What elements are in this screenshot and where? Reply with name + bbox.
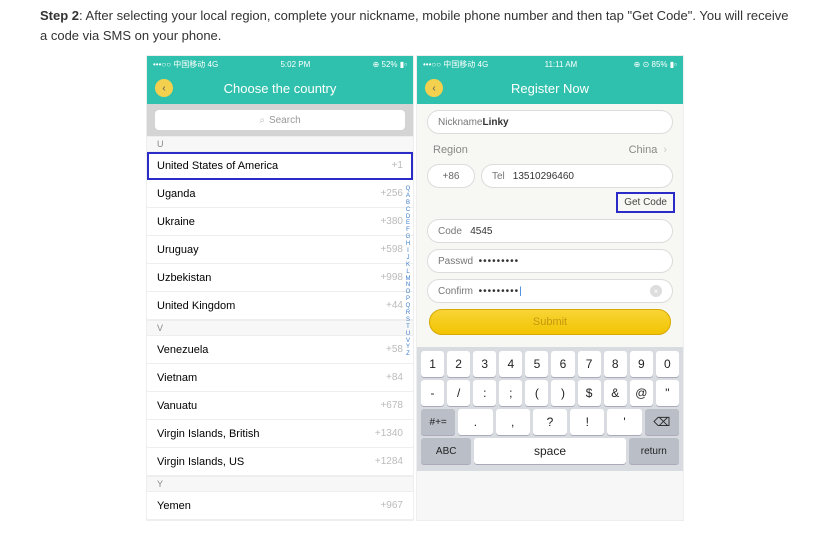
- code-field[interactable]: Code 4545: [427, 219, 673, 243]
- key[interactable]: 9: [630, 351, 653, 377]
- status-bar: •••○○ 中国移动 4G 11:11 AM ⊕ ⊙ 85% ▮▫: [417, 56, 683, 72]
- key[interactable]: return: [629, 438, 679, 464]
- country-row[interactable]: Vanuatu+678: [147, 392, 413, 420]
- get-code-button[interactable]: Get Code: [618, 194, 673, 211]
- key[interactable]: ): [551, 380, 574, 406]
- country-row[interactable]: Vietnam+84: [147, 364, 413, 392]
- country-row[interactable]: Ukraine+380: [147, 208, 413, 236]
- header-bar: ‹ Choose the country: [147, 72, 413, 104]
- keyboard: 1234567890 -/:;()$&@" #+=.,?!'⌫ ABCspace…: [417, 347, 683, 471]
- key[interactable]: :: [473, 380, 496, 406]
- search-input[interactable]: ⌕ Search: [155, 110, 405, 130]
- search-placeholder: Search: [269, 115, 301, 126]
- status-battery: ⊕ ⊙ 85% ▮▫: [634, 60, 677, 69]
- key[interactable]: space: [474, 438, 625, 464]
- key[interactable]: 3: [473, 351, 496, 377]
- key[interactable]: /: [447, 380, 470, 406]
- key[interactable]: 7: [578, 351, 601, 377]
- status-time: 11:11 AM: [545, 60, 578, 69]
- country-list[interactable]: U United States of America+1 Uganda+256 …: [147, 136, 413, 520]
- key[interactable]: 4: [499, 351, 522, 377]
- back-button[interactable]: ‹: [425, 79, 443, 97]
- status-carrier: •••○○ 中国移动 4G: [153, 59, 218, 70]
- status-time: 5:02 PM: [280, 60, 310, 69]
- alpha-index[interactable]: QABCDEFGHIJKLMNOPQRSTUVYZ: [403, 186, 413, 358]
- key[interactable]: ": [656, 380, 679, 406]
- password-field[interactable]: Passwd •••••••••: [427, 249, 673, 273]
- header-bar: ‹ Register Now: [417, 72, 683, 104]
- region-row[interactable]: Region China›: [427, 140, 673, 164]
- country-row[interactable]: United Kingdom+44: [147, 292, 413, 320]
- section-header-y: Y: [147, 476, 413, 492]
- chevron-right-icon: ›: [663, 144, 667, 156]
- key[interactable]: ,: [496, 409, 530, 435]
- page-title: Register Now: [511, 81, 589, 96]
- key[interactable]: !: [570, 409, 604, 435]
- status-battery: ⊕ 52% ▮▫: [373, 60, 407, 69]
- submit-button[interactable]: Submit: [429, 309, 671, 335]
- key[interactable]: (: [525, 380, 548, 406]
- key[interactable]: ABC: [421, 438, 471, 464]
- page-title: Choose the country: [224, 81, 337, 96]
- key[interactable]: $: [578, 380, 601, 406]
- key[interactable]: .: [458, 409, 492, 435]
- step-body: : After selecting your local region, com…: [40, 8, 788, 43]
- nickname-field[interactable]: NicknameLinky: [427, 110, 673, 134]
- key[interactable]: 2: [447, 351, 470, 377]
- status-bar: •••○○ 中国移动 4G 5:02 PM ⊕ 52% ▮▫: [147, 56, 413, 72]
- clear-icon[interactable]: ×: [650, 285, 662, 297]
- key[interactable]: 5: [525, 351, 548, 377]
- country-row[interactable]: Yemen+967: [147, 492, 413, 520]
- key[interactable]: #+=: [421, 409, 455, 435]
- key[interactable]: 6: [551, 351, 574, 377]
- country-row[interactable]: Virgin Islands, US+1284: [147, 448, 413, 476]
- step-instructions: Step 2: After selecting your local regio…: [40, 6, 790, 45]
- step-label: Step 2: [40, 8, 79, 23]
- key[interactable]: 1: [421, 351, 444, 377]
- country-row[interactable]: Uruguay+598: [147, 236, 413, 264]
- confirm-field[interactable]: Confirm •••••••••| ×: [427, 279, 673, 303]
- key[interactable]: ?: [533, 409, 567, 435]
- search-icon: ⌕: [259, 115, 265, 126]
- tel-field[interactable]: Tel 13510296460: [481, 164, 673, 188]
- key[interactable]: ': [607, 409, 641, 435]
- key[interactable]: 0: [656, 351, 679, 377]
- country-code[interactable]: +86: [427, 164, 475, 188]
- key[interactable]: ;: [499, 380, 522, 406]
- country-row[interactable]: Uganda+256: [147, 180, 413, 208]
- country-row[interactable]: Uzbekistan+998: [147, 264, 413, 292]
- status-carrier: •••○○ 中国移动 4G: [423, 59, 488, 70]
- key[interactable]: -: [421, 380, 444, 406]
- key[interactable]: &: [604, 380, 627, 406]
- key[interactable]: @: [630, 380, 653, 406]
- back-button[interactable]: ‹: [155, 79, 173, 97]
- country-row[interactable]: Virgin Islands, British+1340: [147, 420, 413, 448]
- phone-left: •••○○ 中国移动 4G 5:02 PM ⊕ 52% ▮▫ ‹ Choose …: [146, 55, 414, 521]
- country-row[interactable]: United States of America+1: [147, 152, 413, 180]
- country-row[interactable]: Venezuela+58: [147, 336, 413, 364]
- section-header-v: V: [147, 320, 413, 336]
- section-header-u: U: [147, 136, 413, 152]
- key[interactable]: 8: [604, 351, 627, 377]
- phone-right: •••○○ 中国移动 4G 11:11 AM ⊕ ⊙ 85% ▮▫ ‹ Regi…: [416, 55, 684, 521]
- key[interactable]: ⌫: [645, 409, 679, 435]
- search-wrap: ⌕ Search: [147, 104, 413, 136]
